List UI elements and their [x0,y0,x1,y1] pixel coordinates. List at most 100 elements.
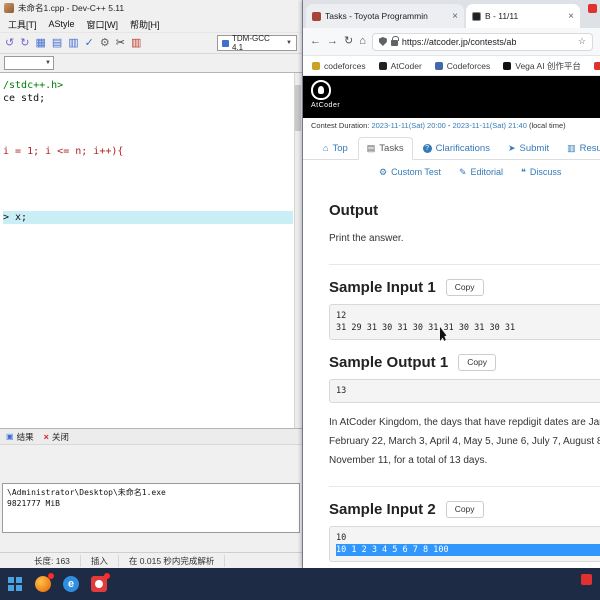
copy-button[interactable]: Copy [445,501,484,518]
bookmark-atcoder[interactable]: AtCoder [378,61,422,71]
bookmark-red[interactable] [593,61,600,70]
copy-button[interactable]: Copy [445,279,484,296]
ide-statusbar: 长度: 163 插入 在 0.015 秒内完成解析 [0,552,302,568]
bookmark-codeforces[interactable]: codeforces [312,61,366,71]
taskbar-edge[interactable]: e [62,575,80,593]
ide-titlebar: 未命名1.cpp - Dev-C++ 5.11 [0,0,302,16]
url-input[interactable]: https://atcoder.jp/contests/ab ☆ [371,32,593,51]
bookmark-label: codeforces [324,60,366,71]
run-icon[interactable]: ▤ [52,37,62,49]
code-editor[interactable]: /stdc++.h> ce std; i = 1; i <= n; i++){ … [0,72,302,429]
bookmark-star-icon[interactable]: ☆ [578,36,586,47]
lock-icon[interactable] [390,36,399,46]
sample-input-2-title: Sample Input 2 [329,501,436,518]
windows-taskbar: e [0,568,600,600]
browser-tab-tasks[interactable]: Tasks - Toyota Programmin × [306,4,464,28]
compiler-select-value: TDM-GCC 4.1 [232,34,270,52]
duration-end-link[interactable]: 2023-11-11(Sat) 21:40 [453,121,527,130]
menu-item-window[interactable]: 窗口[W] [81,17,125,32]
reload-icon[interactable]: ↻ [344,36,353,47]
taskbar-red-app[interactable] [90,573,110,593]
link-custom-test[interactable]: ⚙ Custom Test [379,167,441,177]
class-browser-select[interactable]: ▼ [4,56,54,70]
selected-sample-line: 10 1 2 3 4 5 6 7 8 100 [336,544,600,556]
sample-input-2-heading: Sample Input 2 Copy [329,501,600,518]
sample-line: 31 29 31 30 31 30 31 31 30 31 30 31 [336,323,516,333]
tab-submit[interactable]: ➤ Submit [500,138,557,159]
link-discuss[interactable]: ❝ Discuss [521,167,561,177]
bookmark-codeforces-2[interactable]: Codeforces [434,61,490,71]
explanation-line: February 22, March 3, April 4, May 5, Ju… [329,436,600,447]
taskbar-firefox[interactable] [34,573,54,593]
redo-icon[interactable]: ↻ [20,37,29,49]
tab-top[interactable]: ⌂ Top [315,138,356,159]
status-insert-mode: 插入 [81,554,119,567]
shield-icon[interactable] [378,37,387,46]
forward-icon[interactable]: → [327,36,338,47]
home-icon[interactable]: ⌂ [359,36,366,47]
tab-results[interactable]: ▥ Results [559,138,600,159]
ide-app-icon [4,3,14,13]
chevron-down-icon: ▼ [45,60,51,66]
browser-window: Tasks - Toyota Programmin × B - 11/11 × … [303,0,600,568]
book-icon: ✎ [458,166,467,177]
home-icon: ⌂ [323,143,329,153]
editor-scrollbar[interactable] [294,73,302,428]
tab-close-icon[interactable]: × [568,11,574,22]
sample-line: 10 [336,533,347,543]
tab-result-label: 结果 [16,431,34,442]
link-discuss-label: Discuss [529,167,562,177]
contest-duration: Contest Duration: 2023-11-11(Sat) 20:00 … [303,118,600,132]
undo-icon[interactable]: ↺ [5,37,14,49]
browser-tab-problem-b[interactable]: B - 11/11 × [466,4,580,28]
ide-toolbar-secondary: ▼ [0,54,302,72]
tab-close-panel[interactable]: × 关闭 [44,431,69,443]
start-button[interactable] [6,575,24,593]
copy-button[interactable]: Copy [458,354,497,371]
results-icon: ▥ [567,143,576,153]
output-heading: Output [329,202,379,219]
profile-chart-icon[interactable]: ▥ [131,37,141,49]
tab-close-label: 关闭 [51,431,69,442]
menu-item-help[interactable]: 帮助[H] [124,17,166,32]
compiler-select[interactable]: TDM-GCC 4.1 ▼ [217,34,297,52]
tab-tasks[interactable]: ▤ Tasks [357,137,413,160]
close-icon: × [43,431,49,442]
atcoder-wordmark[interactable]: AtCoder [311,102,600,109]
back-icon[interactable]: ← [310,36,321,47]
check-syntax-icon[interactable]: ✓ [85,37,94,49]
question-icon: ? [422,144,432,153]
bookmark-vega-ai[interactable]: Vega AI 创作平台 [503,60,581,72]
tab-close-icon[interactable]: × [452,11,458,22]
duration-start-link[interactable]: 2023-11-11(Sat) 20:00 [371,121,445,130]
compile-icon[interactable]: ▦ [35,37,45,49]
tab-title: B - 11/11 [485,11,519,21]
duration-label: Contest Duration: [311,121,370,130]
sample-output-1-block: 13 [329,379,600,403]
windows-logo-icon [8,577,22,591]
settings-gear-icon[interactable]: ⚙ [100,37,110,49]
cut-scissors-icon[interactable]: ✂ [116,37,125,49]
atcoder-logo[interactable] [311,80,331,100]
sample-line: 12 [336,311,347,321]
menu-item-tools[interactable]: 工具[T] [2,17,43,32]
code-line: ce std; [3,93,46,105]
tab-result[interactable]: ▣ 结果 [6,431,34,443]
tab-clarifications[interactable]: ? Clarifications [415,138,498,159]
desktop: 未命名1.cpp - Dev-C++ 5.11 工具[T] AStyle 窗口[… [0,0,600,600]
console-line: \Administrator\Desktop\未命名1.exe [7,488,166,497]
editor-scrollbar-thumb[interactable] [295,85,301,131]
link-editorial[interactable]: ✎ Editorial [459,167,503,177]
extension-badge-icon[interactable] [588,4,597,13]
compile-run-icon[interactable]: ▥ [68,37,78,49]
status-parse-time: 在 0.015 秒内完成解析 [119,554,226,567]
menu-item-astyle[interactable]: AStyle [43,18,81,30]
sample-input-1-title: Sample Input 1 [329,279,436,296]
tray-red-icon[interactable] [581,574,592,585]
bookmark-label: Vega AI 创作平台 [515,60,581,71]
edge-icon: e [63,576,79,592]
